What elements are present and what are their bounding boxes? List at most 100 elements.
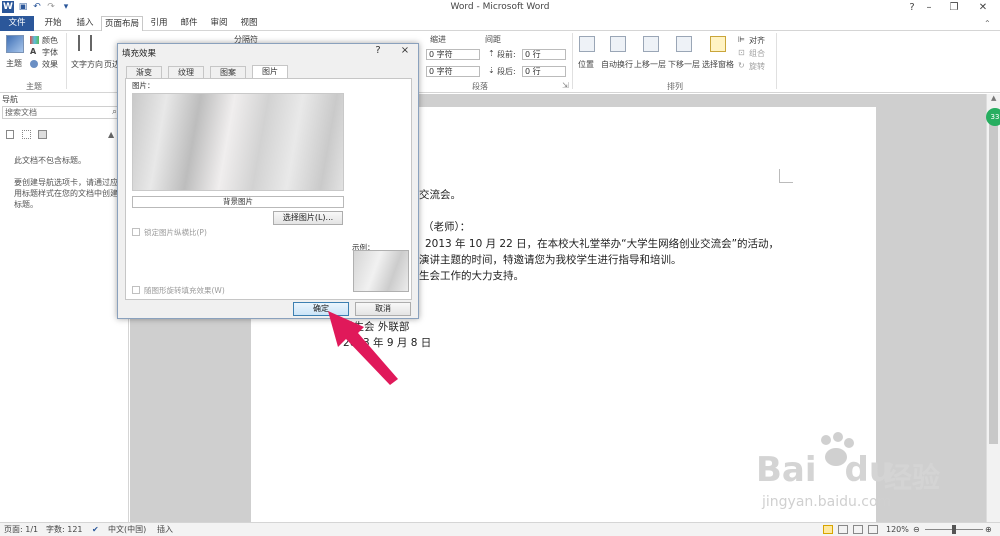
wrap-text-icon[interactable] — [610, 36, 626, 52]
wrap-text-label[interactable]: 自动换行 — [601, 59, 633, 70]
word-count[interactable]: 字数: 121 — [46, 524, 83, 536]
align-label[interactable]: 对齐 — [749, 35, 765, 46]
web-layout-view-icon[interactable] — [853, 525, 863, 534]
tab-picture[interactable]: 图片 — [252, 65, 288, 79]
zoom-slider-thumb[interactable] — [952, 525, 956, 534]
doc-line-2: （老师）： — [423, 221, 471, 233]
themes-button-label[interactable]: 主题 — [6, 58, 22, 69]
nav-help-line-1: 要创建导航选项卡，请通过应 — [14, 178, 118, 187]
select-picture-button[interactable]: 选择图片(L)... — [273, 211, 343, 225]
watermark-url: jingyan.baidu.com — [762, 494, 892, 510]
proofing-icon[interactable]: ✔ — [92, 524, 99, 536]
rotate-with-shape-label: 随图形旋转填充效果(W) — [144, 286, 225, 295]
selection-pane-icon[interactable] — [710, 36, 726, 52]
print-layout-view-icon[interactable] — [823, 525, 833, 534]
pages-view-icon[interactable] — [22, 130, 31, 139]
theme-colors-label[interactable]: 颜色 — [42, 35, 58, 46]
theme-fonts-icon: A — [30, 47, 37, 56]
tab-insert[interactable]: 插入 — [70, 16, 100, 31]
navigation-pane: 导航 × 搜索文档 ⌕ ▲ ▼ 此文档不包含标题。 要创建导航选项卡，请通过应 … — [0, 94, 129, 522]
headings-view-icon[interactable] — [6, 130, 14, 139]
window-title: Word - Microsoft Word — [450, 2, 550, 12]
zoom-in-icon[interactable]: ⊕ — [985, 524, 992, 536]
doc-line-4: 演讲主题的时间，特邀请您为我校学生进行指导和培训。 — [419, 254, 682, 266]
send-backward-icon[interactable] — [676, 36, 692, 52]
spacing-before-icon: ⇡ — [488, 49, 495, 58]
baidu-jingyan-watermark: Bai du 经验 jingyan.baidu.com — [756, 432, 966, 512]
dialog-help-button[interactable]: ? — [369, 44, 387, 58]
scroll-thumb[interactable] — [989, 114, 998, 444]
paragraph-launcher-icon[interactable]: ⇲ — [562, 81, 569, 90]
margin-corner-mark — [779, 169, 793, 183]
close-button[interactable]: ✕ — [966, 0, 1000, 16]
indent-left-input[interactable]: 0 字符 — [426, 49, 480, 60]
ribbon-separator — [572, 33, 573, 89]
bring-forward-icon[interactable] — [643, 36, 659, 52]
arrange-group-label: 排列 — [667, 82, 683, 91]
watermark-cn: 经验 — [884, 461, 941, 494]
page-count[interactable]: 页面: 1/1 — [4, 524, 38, 536]
collapse-ribbon-icon[interactable]: ⌃ — [984, 19, 991, 28]
align-icon: ⊫ — [738, 35, 745, 44]
outline-view-icon[interactable] — [868, 525, 878, 534]
annotation-arrow-icon — [328, 311, 398, 385]
rotate-with-shape-checkbox[interactable] — [132, 286, 140, 294]
status-bar: 页面: 1/1 字数: 121 ✔ 中文(中国) 插入 120% ⊖ ⊕ — [0, 522, 1000, 536]
tab-file[interactable]: 文件 — [0, 16, 34, 31]
send-backward-label[interactable]: 下移一层 — [668, 59, 700, 70]
nav-up-icon[interactable]: ▲ — [108, 130, 114, 139]
nav-search-input[interactable]: 搜索文档 — [2, 106, 127, 119]
zoom-level[interactable]: 120% — [886, 524, 909, 536]
picture-preview — [132, 93, 344, 191]
picture-caption: 背景图片 — [132, 196, 344, 208]
nav-empty-message: 此文档不包含标题。 — [14, 156, 86, 165]
dialog-close-button[interactable]: × — [396, 44, 414, 58]
reading-view-icon[interactable] — [838, 525, 848, 534]
tab-home[interactable]: 开始 — [38, 16, 68, 31]
zoom-out-icon[interactable]: ⊖ — [913, 524, 920, 536]
watermark-brand: Bai du — [756, 450, 894, 490]
rotate-label: 旋转 — [749, 62, 765, 71]
results-view-icon[interactable] — [38, 130, 47, 139]
insert-mode[interactable]: 插入 — [157, 524, 173, 536]
doc-line-5: 生会工作的大力支持。 — [419, 270, 524, 282]
position-label[interactable]: 位置 — [578, 59, 594, 70]
selection-pane-label[interactable]: 选择窗格 — [702, 59, 734, 70]
tab-mailings[interactable]: 邮件 — [175, 16, 203, 31]
paragraph-group-label: 段落 — [472, 82, 488, 91]
vertical-scrollbar[interactable]: ▲ — [986, 94, 1000, 522]
floating-badge[interactable]: 33 — [986, 108, 1000, 126]
lock-aspect-checkbox[interactable] — [132, 228, 140, 236]
tab-review[interactable]: 审阅 — [205, 16, 233, 31]
position-icon[interactable] — [579, 36, 595, 52]
bring-forward-label[interactable]: 上移一层 — [634, 59, 666, 70]
text-direction-label[interactable]: 文字方向 — [71, 59, 103, 70]
tab-page-layout[interactable]: 页面布局 — [101, 16, 143, 32]
theme-colors-icon — [30, 36, 39, 44]
nav-help-line-2: 用标题样式在您的文档中创建 — [14, 189, 118, 198]
theme-effects-icon — [30, 60, 38, 68]
ribbon-separator — [66, 33, 67, 89]
spacing-after-label: 段后: — [497, 67, 516, 76]
indent-right-input[interactable]: 0 字符 — [426, 66, 480, 77]
scroll-up-icon[interactable]: ▲ — [991, 94, 996, 102]
themes-icon[interactable] — [6, 35, 24, 53]
theme-effects-label[interactable]: 效果 — [42, 59, 58, 70]
nav-pane-title: 导航 — [2, 95, 18, 104]
language[interactable]: 中文(中国) — [108, 524, 146, 536]
doc-line-1: 交流会。 — [419, 189, 461, 201]
lock-aspect-label: 锁定图片纵横比(P) — [144, 228, 207, 237]
spacing-after-input[interactable]: 0 行 — [522, 66, 566, 77]
tab-references[interactable]: 引用 — [145, 16, 173, 31]
text-direction-icon[interactable] — [78, 35, 92, 51]
theme-fonts-label[interactable]: 字体 — [42, 47, 58, 58]
group-icon: ⊡ — [738, 48, 745, 57]
dialog-title: 填充效果 — [122, 49, 157, 59]
ribbon-separator — [776, 33, 777, 89]
sample-preview — [353, 250, 409, 292]
fill-effects-dialog: 填充效果 ? × 渐变 纹理 图案 图片 图片： 背景图片 选择图片(L)...… — [117, 43, 419, 319]
tab-view[interactable]: 视图 — [235, 16, 263, 31]
spacing-before-input[interactable]: 0 行 — [522, 49, 566, 60]
doc-line-3: 2013 年 10 月 22 日，在本校大礼堂举办“大学生网络创业交流会”的活动… — [425, 238, 780, 250]
nav-help-line-3: 标题。 — [14, 200, 38, 209]
